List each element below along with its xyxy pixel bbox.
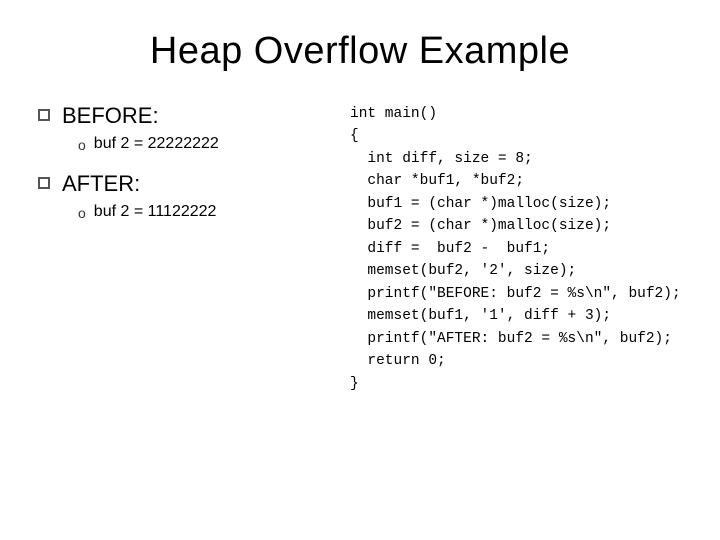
slide-title: Heap Overflow Example (30, 30, 690, 73)
sub-bullet-label: buf 2 = 11122222 (94, 203, 217, 221)
square-bullet-icon (38, 177, 50, 189)
bullet-list: BEFORE: o buf 2 = 22222222 AFTER: o buf … (30, 103, 340, 239)
bullet-label: BEFORE: (62, 103, 159, 129)
sub-bullet-label: buf 2 = 22222222 (94, 135, 219, 153)
o-bullet-icon: o (78, 137, 86, 153)
slide-content: BEFORE: o buf 2 = 22222222 AFTER: o buf … (30, 103, 690, 395)
code-block: int main() { int diff, size = 8; char *b… (350, 103, 690, 395)
sub-bullet-before: o buf 2 = 22222222 (78, 135, 340, 153)
bullet-after: AFTER: (38, 171, 340, 197)
bullet-label: AFTER: (62, 171, 140, 197)
sub-bullet-after: o buf 2 = 11122222 (78, 203, 340, 221)
slide: Heap Overflow Example BEFORE: o buf 2 = … (0, 0, 720, 540)
bullet-before: BEFORE: (38, 103, 340, 129)
o-bullet-icon: o (78, 205, 86, 221)
code-panel: int main() { int diff, size = 8; char *b… (340, 103, 690, 395)
square-bullet-icon (38, 109, 50, 121)
